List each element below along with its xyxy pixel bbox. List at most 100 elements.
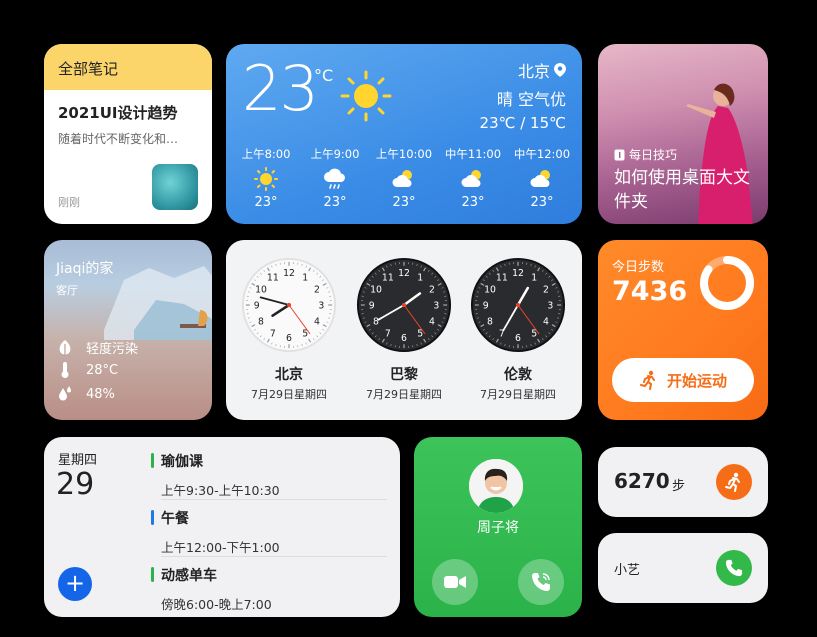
divider [161,499,387,500]
clock-numeral: 3 [547,300,553,311]
humidity-row: 48% [58,386,115,402]
xiaoyi-name: 小艺 [614,563,641,578]
clock-numeral: 12 [283,268,295,279]
info-card-icon [614,149,625,160]
calendar-event[interactable]: 瑜伽课 上午9:30-上午10:30 [151,451,387,499]
start-exercise-label: 开始运动 [666,371,727,390]
hour-time: 中午12:00 [513,147,571,161]
clock-face: 1234567891011 12 [356,257,452,353]
tips-label-row: 每日技巧 [614,146,677,163]
cloud-rain-icon [324,168,345,189]
running-person-icon [725,472,740,492]
hour-time: 上午9:00 [310,147,360,161]
hourly-item: 中午11:00 23° [439,146,507,210]
note-snippet: 随着时代不断变化和… [58,132,179,146]
clock-numeral: 7 [270,328,276,339]
clock-date: 7月29日星期四 [251,388,327,401]
exercise-button[interactable] [716,464,752,500]
clock-numeral: 4 [429,317,435,328]
hourly-item: 中午12:00 23° [508,146,576,210]
clock-numeral: 2 [314,284,320,295]
clock-beijing: 1 2 3 4 5 6 7 8 9 10 11 12 北京 7月29日星期四 [239,256,339,402]
weather-condition: 晴 空气优 [496,90,566,109]
daily-tips-widget[interactable]: 每日技巧 如何使用桌面大文件夹 [598,44,768,224]
steps-mini-unit: 步 [672,479,686,494]
clock-numeral: 4 [543,317,549,328]
clock-numeral: 10 [255,284,267,295]
weather-widget[interactable]: 23 °C 北京 晴 空气优 23℃ / 15℃ 上午8:00 23° 上午9:… [226,44,582,224]
running-person-icon [639,370,655,390]
humidity-drops-icon [59,386,71,401]
calendar-event[interactable]: 午餐 上午12:00-下午1:00 [151,508,387,556]
clock-numeral: 11 [267,272,279,283]
clock-city: 巴黎 [390,367,418,383]
steps-widget[interactable]: 今日步数 7436 开始运动 [598,240,768,420]
clock-numeral: 12 [512,268,524,279]
smart-home-widget[interactable]: Jiaqi的家 客厅 轻度污染 28°C 48% [44,240,212,420]
clock-numeral: 8 [373,317,379,328]
partly-cloudy-icon [392,170,412,187]
steps-label: 今日步数 [612,260,665,275]
clock-numeral: 7 [385,328,391,339]
add-event-button[interactable]: + [58,567,92,601]
temperature-range: 23℃ / 15℃ [479,114,566,132]
calendar-widget[interactable]: 星期四 29 + 瑜伽课 上午9:30-上午10:30 午餐 上午12:00-下… [44,437,400,617]
video-call-button[interactable] [432,559,478,605]
steps-mini-count: 6270 [614,469,670,493]
world-clock-widget[interactable]: 1 2 3 4 5 6 7 8 9 10 11 12 北京 7月29日星期四 1 2 3 4 5 6 7 8 9 10 1… [226,240,582,420]
clock-numeral: 1 [531,272,537,283]
hour-temp: 23° [254,195,278,210]
partly-cloudy-icon [461,170,481,187]
clock-numeral: 9 [369,300,375,311]
clock-city: 北京 [275,367,303,383]
clock-numeral: 11 [496,272,508,283]
hour-temp: 23° [392,195,416,210]
avatar [469,459,523,513]
air-quality: 轻度污染 [86,342,139,357]
location-pin-icon [554,63,566,77]
clock-numeral: 11 [382,272,394,283]
xiaoyi-call-widget[interactable]: 小艺 [598,533,768,603]
clock-face: 1234567891011 12 [241,257,337,353]
hourly-item: 上午10:00 23° [370,146,438,210]
steps-count: 7436 [612,276,688,307]
temperature-row: 28°C [58,362,118,378]
clock-numeral: 6 [286,333,292,344]
clock-city: 伦敦 [504,367,532,383]
clock-numeral: 8 [487,317,493,328]
hour-time: 上午8:00 [241,147,291,161]
clock-numeral: 8 [258,317,264,328]
tips-title: 如何使用桌面大文件夹 [614,168,750,212]
hour-time: 上午10:00 [375,147,433,161]
call-button[interactable] [716,550,752,586]
current-temperature: 23 [242,52,319,125]
contact-widget[interactable]: 周子将 [414,437,582,617]
hourly-item: 上午8:00 23° [232,146,300,210]
hour-temp: 23° [323,195,347,210]
tips-label: 每日技巧 [629,148,678,162]
weekday: 星期四 [58,453,98,468]
hourly-forecast: 上午8:00 23° 上午9:00 23° 上午10:00 23° 中午11:0… [232,146,576,210]
clock-numeral: 1 [302,272,308,283]
home-name: Jiaqi的家 [56,261,114,277]
clock-face: 1234567891011 12 [470,257,566,353]
steps-mini-widget[interactable]: 6270 步 [598,447,768,517]
notes-widget[interactable]: 全部笔记 2021UI设计趋势 随着时代不断变化和… 刚刚 [44,44,212,224]
voice-call-button[interactable] [518,559,564,605]
clock-numeral: 4 [314,317,320,328]
calendar-event[interactable]: 动感单车 傍晚6:00-晚上7:00 [151,565,387,613]
clock-date: 7月29日星期四 [480,388,556,401]
clock-numeral: 9 [483,300,489,311]
clock-numeral: 6 [515,333,521,344]
day-number: 29 [56,467,95,502]
note-title: 2021UI设计趋势 [58,104,178,122]
room-temperature: 28°C [86,362,119,378]
phone-icon [532,573,550,591]
room-humidity: 48% [86,386,115,402]
start-exercise-button[interactable]: 开始运动 [612,358,754,402]
notes-header: 全部笔记 [44,44,212,90]
hour-temp: 23° [530,195,554,210]
sun-icon [254,167,278,191]
partly-cloudy-icon [530,170,550,187]
divider [161,556,387,557]
